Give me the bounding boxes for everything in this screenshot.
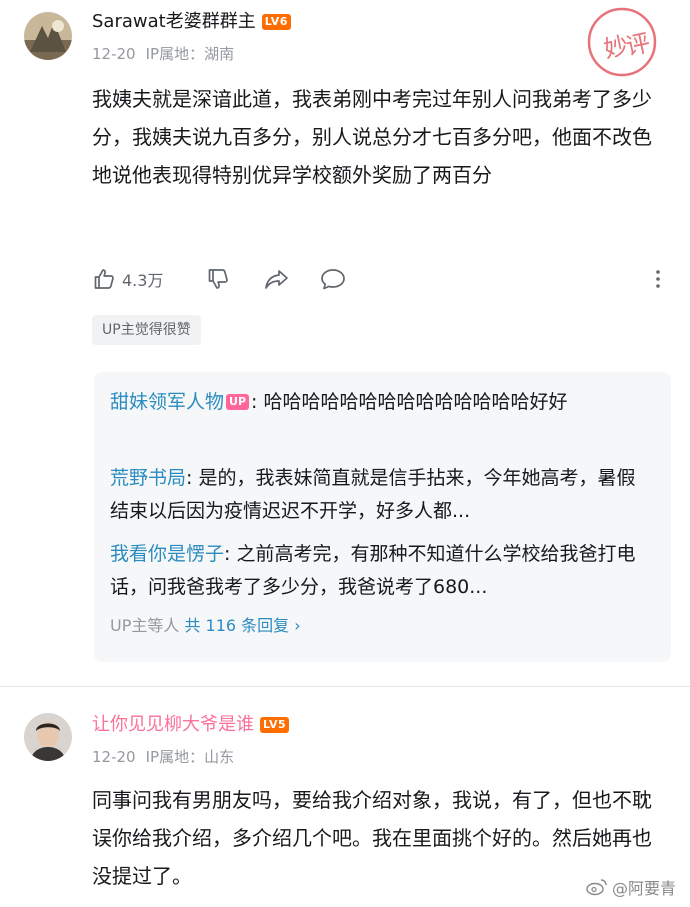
reply-content: : 是的，我表妹简直就是信手拈来，今年她高考，暑假结束以后因为疫情迟迟不开学，好… [110,467,636,522]
more-button[interactable] [652,266,664,292]
comment-meta: 12-20 IP属地：湖南 [92,44,234,64]
share-icon [265,270,288,289]
comment-actions: 4.3万 [92,262,672,296]
comment-text: 同事问我有男朋友吗，要给我介绍对象，我说，有了，但也不耽误你给我介绍，多介绍几个… [92,788,652,888]
like-button[interactable]: 4.3万 [92,266,163,292]
up-badge: UP [226,394,250,410]
stamp-graphic: 妙 评 [587,7,657,77]
comment-date: 12-20 [92,748,136,766]
level-badge: LV6 [261,14,291,30]
reply-content: : 哈哈哈哈哈哈哈哈哈哈哈哈哈哈好好 [251,391,568,413]
reply-author[interactable]: 甜妹领军人物 [110,391,224,413]
username[interactable]: 让你见见柳大爷是谁 LV5 [92,713,290,737]
reply-preview[interactable]: 甜妹领军人物 UP: 哈哈哈哈哈哈哈哈哈哈哈哈哈哈好好 荒野书局: 是的，我表妹简… [94,372,671,662]
reply-author[interactable]: 荒野书局 [110,467,186,489]
up-liked-tag: UP主觉得很赞 [92,315,201,345]
comment-date: 12-20 [92,45,136,63]
chevron-right-icon: › [294,616,301,635]
ip-location: IP属地：山东 [145,748,235,766]
comment-2: 让你见见柳大爷是谁 LV5 12-20 IP属地：山东 同事问我有男朋友吗，要给我介… [0,687,690,907]
reply-item[interactable]: 甜妹领军人物 UP: 哈哈哈哈哈哈哈哈哈哈哈哈哈哈好好 [110,386,650,419]
comment-meta: 12-20 IP属地：山东 [92,747,234,767]
reply-count[interactable]: 共 116 条回复 [184,616,289,635]
reply-summary-prefix: UP主等人 [110,616,180,635]
ip-location: IP属地：湖南 [145,45,235,63]
comment-1: Sarawat老婆群群主 LV6 12-20 IP属地：湖南 妙 评 我姨夫就是深谙… [0,0,690,686]
reply-item[interactable]: 荒野书局: 是的，我表妹简直就是信手拈来，今年她高考，暑假结束以后因为疫情迟迟不… [110,462,650,528]
stamp-char-2: 评 [623,29,652,61]
reply-author[interactable]: 我看你是愣子 [110,543,224,565]
reply-button[interactable] [320,266,346,292]
dislike-icon [208,269,228,289]
username-text[interactable]: Sarawat老婆群群主 [92,11,256,32]
weibo-icon [586,879,607,896]
avatar[interactable] [24,12,72,60]
view-all-replies[interactable]: UP主等人 共 116 条回复 › [110,615,301,637]
comment-icon [321,269,345,290]
miaoping-stamp: 妙 评 [582,2,662,82]
watermark-text: @阿要青 [611,879,676,898]
like-icon [94,269,114,289]
username[interactable]: Sarawat老婆群群主 LV6 [92,10,291,34]
more-icon [656,270,660,288]
dislike-button[interactable] [206,266,230,292]
reply-item[interactable]: 我看你是愣子: 之前高考完，有那种不知道什么学校给我爸打电话，问我爸我考了多少分… [110,538,650,604]
comment-text: 我姨夫就是深谙此道，我表弟刚中考完过年别人问我弟考了多少分，我姨夫说九百多分，别… [92,87,652,187]
avatar[interactable] [24,713,72,761]
share-button[interactable] [264,266,290,292]
username-text[interactable]: 让你见见柳大爷是谁 [92,714,254,735]
watermark: @阿要青 [586,875,676,899]
like-count: 4.3万 [122,271,164,290]
level-badge: LV5 [260,717,290,733]
